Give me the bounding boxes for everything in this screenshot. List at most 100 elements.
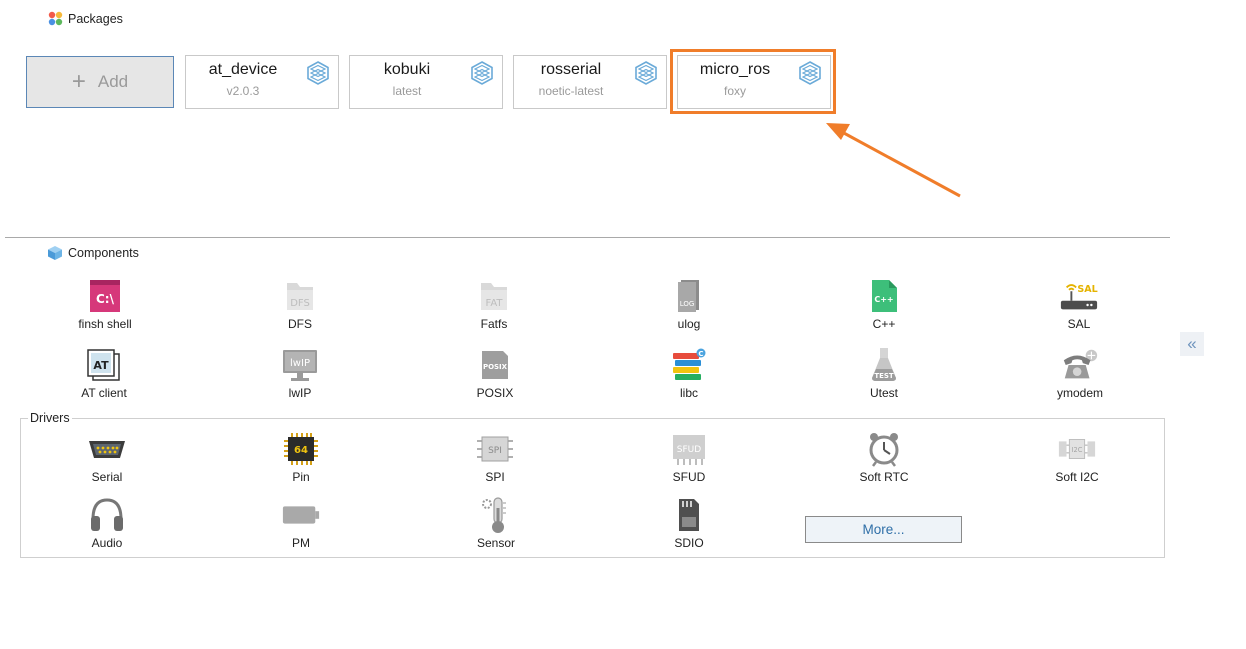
- component-finsh-shell[interactable]: C:\ finsh shell: [35, 277, 175, 331]
- component-label: ymodem: [1056, 386, 1103, 400]
- svg-text:lwIP: lwIP: [290, 358, 310, 369]
- svg-text:64: 64: [294, 445, 308, 456]
- component-dfs[interactable]: DFS DFS: [230, 277, 370, 331]
- fat-folder-icon: FAT: [481, 283, 507, 310]
- svg-text:C:\: C:\: [96, 292, 115, 306]
- thermometer-icon: [482, 497, 506, 533]
- svg-text:POSIX: POSIX: [483, 363, 508, 371]
- driver-label: Soft RTC: [859, 470, 909, 484]
- package-cube-icon: [635, 61, 657, 85]
- component-cpp[interactable]: C++ C++: [814, 277, 954, 331]
- driver-label: Pin: [292, 470, 310, 484]
- svg-text:DFS: DFS: [290, 298, 310, 309]
- dfs-folder-icon: DFS: [287, 283, 313, 310]
- driver-sensor[interactable]: Sensor: [426, 496, 566, 550]
- drivers-group: [20, 418, 1165, 558]
- component-label: ulog: [677, 317, 701, 331]
- battery-icon: [282, 506, 320, 524]
- component-label: SAL: [1067, 317, 1091, 331]
- chip-icon: 64: [284, 433, 318, 465]
- component-sal[interactable]: SAL SAL: [1009, 277, 1149, 331]
- components-title: Components: [68, 246, 139, 260]
- cpp-file-icon: C++: [872, 280, 897, 312]
- driver-label: SFUD: [672, 470, 706, 484]
- component-label: POSIX: [476, 386, 514, 400]
- driver-soft-i2c[interactable]: I2C Soft I2C: [1007, 430, 1147, 484]
- package-name: at_device: [208, 61, 278, 78]
- driver-label: Sensor: [476, 536, 516, 550]
- package-cube-icon: [799, 61, 821, 85]
- component-ymodem[interactable]: ymodem: [1010, 346, 1150, 400]
- package-name: micro_ros: [699, 61, 771, 78]
- component-posix[interactable]: POSIX POSIX: [425, 346, 565, 400]
- package-cube-icon: [471, 61, 493, 85]
- i2c-chip-icon: I2C: [1058, 439, 1096, 459]
- component-libc[interactable]: C libc: [619, 346, 759, 400]
- packages-title: Packages: [68, 11, 123, 26]
- driver-label: Serial: [91, 470, 123, 484]
- svg-text:FAT: FAT: [485, 298, 503, 309]
- component-lwip[interactable]: lwIP lwIP: [230, 346, 370, 400]
- component-label: lwIP: [288, 386, 312, 400]
- component-label: DFS: [288, 317, 312, 331]
- sd-card-icon: [679, 499, 699, 531]
- package-version: latest: [392, 84, 422, 98]
- package-card-micro-ros[interactable]: micro_ros foxy: [677, 55, 831, 109]
- component-label: AT client: [81, 386, 127, 400]
- package-card-rosserial[interactable]: rosserial noetic-latest: [513, 55, 667, 109]
- packages-header: Packages: [48, 11, 123, 26]
- add-package-button[interactable]: + Add: [26, 56, 174, 108]
- svg-text:C++: C++: [874, 295, 893, 304]
- add-package-label: Add: [97, 72, 129, 91]
- component-label: libc: [679, 386, 698, 400]
- driver-sdio[interactable]: SDIO: [619, 496, 759, 550]
- svg-text:LOG: LOG: [680, 300, 695, 308]
- monitor-icon: lwIP: [283, 350, 317, 381]
- packages-icon: [48, 11, 63, 26]
- component-ulog[interactable]: LOG ulog: [619, 277, 759, 331]
- component-fatfs[interactable]: FAT Fatfs: [424, 277, 564, 331]
- router-icon: SAL: [1060, 284, 1098, 310]
- sfud-chip-icon: SFUD: [673, 435, 705, 465]
- driver-audio[interactable]: Audio: [37, 496, 177, 550]
- more-drivers-button[interactable]: More...: [805, 516, 962, 543]
- package-version: noetic-latest: [538, 84, 604, 98]
- package-name: rosserial: [540, 61, 602, 78]
- double-chevron-left-icon: «: [1187, 334, 1197, 353]
- package-cube-icon: [307, 61, 329, 85]
- component-label: Utest: [869, 386, 898, 400]
- components-cube-icon: [48, 246, 62, 260]
- driver-label: Audio: [91, 536, 123, 550]
- driver-serial[interactable]: Serial: [37, 430, 177, 484]
- driver-sfud[interactable]: SFUD SFUD: [619, 430, 759, 484]
- svg-text:C: C: [698, 350, 703, 358]
- phone-icon: [1063, 349, 1098, 379]
- collapse-panel-button[interactable]: «: [1180, 332, 1204, 356]
- spi-chip-icon: SPI: [477, 436, 513, 462]
- driver-soft-rtc[interactable]: Soft RTC: [814, 430, 954, 484]
- svg-text:AT: AT: [93, 359, 109, 372]
- terminal-icon: C:\: [90, 280, 120, 312]
- flask-icon: TEST: [872, 348, 896, 381]
- svg-text:SAL: SAL: [1077, 284, 1097, 295]
- driver-spi[interactable]: SPI SPI: [425, 430, 565, 484]
- package-card-at-device[interactable]: at_device v2.0.3: [185, 55, 339, 109]
- driver-pin[interactable]: 64 Pin: [231, 430, 371, 484]
- serial-port-icon: [89, 441, 125, 458]
- package-card-kobuki[interactable]: kobuki latest: [349, 55, 503, 109]
- component-label: C++: [872, 317, 896, 331]
- package-name: kobuki: [383, 61, 431, 78]
- driver-label: SDIO: [674, 536, 704, 550]
- package-version: v2.0.3: [226, 84, 260, 98]
- books-icon: C: [673, 348, 706, 380]
- alarm-clock-icon: [869, 433, 899, 467]
- component-at-client[interactable]: AT AT client: [34, 346, 174, 400]
- component-utest[interactable]: TEST Utest: [814, 346, 954, 400]
- package-version: foxy: [723, 84, 746, 98]
- log-file-icon: LOG: [678, 280, 699, 312]
- svg-text:SFUD: SFUD: [677, 445, 701, 455]
- plus-icon: +: [71, 68, 86, 95]
- headphones-icon: [91, 498, 123, 531]
- component-label: Fatfs: [480, 317, 508, 331]
- driver-pm[interactable]: PM: [231, 496, 371, 550]
